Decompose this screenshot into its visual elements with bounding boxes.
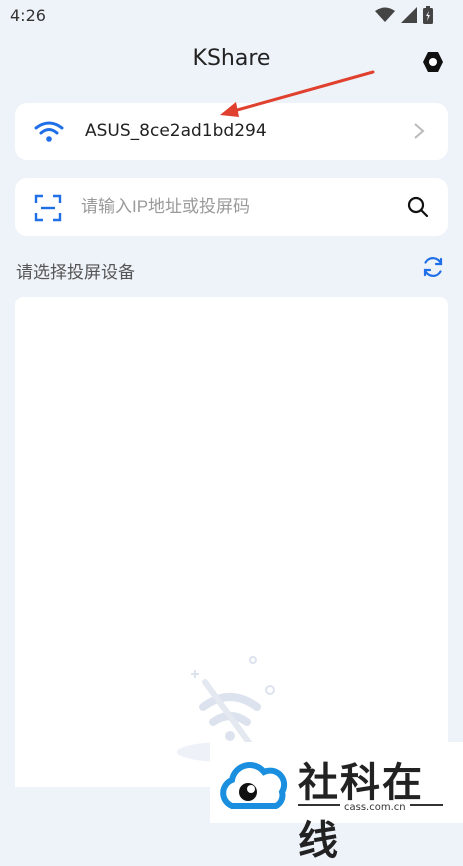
device-list [15,297,448,787]
search-bar [15,178,448,236]
app-bar: KShare [0,40,463,84]
watermark-url: cass.com.cn [340,802,410,813]
wifi-signal-icon [375,7,395,22]
wifi-icon [34,121,64,142]
status-time: 4:26 [10,6,46,25]
device-list-label: 请选择投屏设备 [16,263,135,283]
cell-signal-icon [401,7,417,23]
status-bar: 4:26 [0,0,463,30]
page-title: KShare [192,46,271,71]
scan-icon[interactable] [34,194,62,222]
search-icon[interactable] [406,195,430,219]
refresh-icon[interactable] [421,255,445,279]
system-icons [375,6,433,24]
wifi-network-row[interactable]: ASUS_8ce2ad1bd294 [15,103,448,160]
settings-hexagon-icon [423,52,443,72]
watermark: 社科在线 cass.com.cn [210,742,463,864]
wifi-ssid: ASUS_8ce2ad1bd294 [85,121,267,141]
cloud-logo-icon [220,762,288,809]
chevron-right-icon [414,123,425,139]
search-input[interactable] [81,188,381,226]
battery-icon [423,6,433,24]
settings-button[interactable] [419,48,447,76]
